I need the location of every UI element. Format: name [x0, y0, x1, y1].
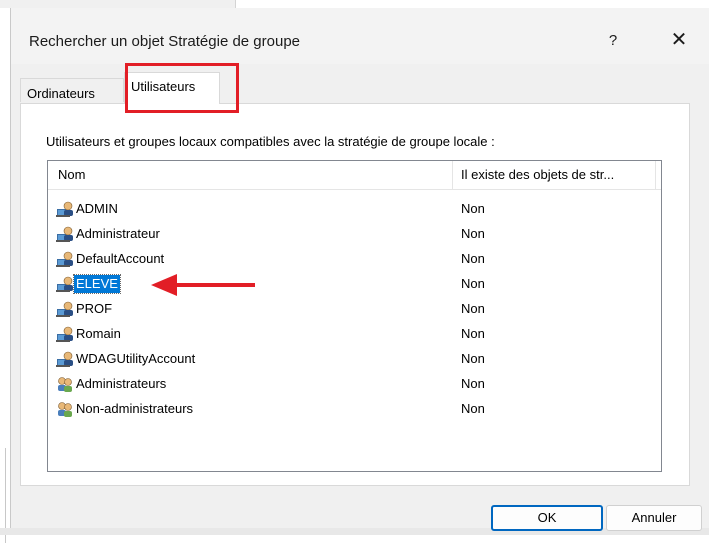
- list-item-value: Non: [461, 226, 485, 241]
- list-item-name: WDAGUtilityAccount: [76, 351, 196, 366]
- list-item-value: Non: [461, 251, 485, 266]
- list-item[interactable]: Administrateurs Non: [48, 372, 661, 397]
- user-icon: [56, 251, 74, 267]
- close-button[interactable]: ✕: [667, 28, 691, 52]
- list-item[interactable]: Non-administrateurs Non: [48, 397, 661, 422]
- user-icon: [56, 201, 74, 217]
- user-icon: [56, 326, 74, 342]
- list-item-name: Administrateurs: [76, 376, 167, 391]
- list-item-name: ADMIN: [76, 201, 118, 216]
- list-rows: ADMIN Non Administrateur Non DefaultAccount N…: [48, 197, 661, 422]
- list-item-name: ELEVE: [73, 274, 121, 294]
- list-item-name: DefaultAccount: [76, 251, 165, 266]
- list-item-value: Non: [461, 301, 485, 316]
- users-list-view[interactable]: Nom Il existe des objets de str... ADMIN…: [47, 160, 662, 472]
- list-item-name: Non-administrateurs: [76, 401, 194, 416]
- list-item[interactable]: DefaultAccount Non: [48, 247, 661, 272]
- group-icon: [56, 401, 74, 417]
- red-arrow-annotation: [151, 274, 255, 296]
- dialog-title: Rechercher un objet Stratégie de groupe: [29, 33, 301, 50]
- column-header-nom[interactable]: Nom: [48, 161, 453, 189]
- tab-utilisateurs[interactable]: Utilisateurs: [124, 72, 220, 104]
- group-icon: [56, 376, 74, 392]
- list-item-value: Non: [461, 326, 485, 341]
- cancel-button[interactable]: Annuler: [606, 505, 702, 531]
- list-item[interactable]: WDAGUtilityAccount Non: [48, 347, 661, 372]
- background-window-bar: [0, 0, 236, 8]
- list-item[interactable]: PROF Non: [48, 297, 661, 322]
- list-item[interactable]: ELEVE Non: [48, 272, 661, 297]
- list-item-value: Non: [461, 376, 485, 391]
- tab-panel-utilisateurs: Utilisateurs et groupes locaux compatibl…: [20, 103, 690, 486]
- user-icon: [56, 351, 74, 367]
- list-item-name: PROF: [76, 301, 113, 316]
- list-item[interactable]: ADMIN Non: [48, 197, 661, 222]
- list-item-name: Romain: [76, 326, 121, 341]
- help-button[interactable]: ?: [602, 30, 624, 52]
- user-icon: [56, 276, 74, 292]
- tab-ordinateurs[interactable]: Ordinateurs: [20, 78, 124, 102]
- column-header-objects-exist[interactable]: Il existe des objets de str...: [453, 161, 656, 189]
- list-item-value: Non: [461, 201, 485, 216]
- list-item-value: Non: [461, 276, 485, 291]
- panel-description: Utilisateurs et groupes locaux compatibl…: [46, 134, 495, 149]
- list-header: Nom Il existe des objets de str...: [48, 161, 661, 190]
- title-bar: Rechercher un objet Stratégie de groupe …: [11, 8, 709, 64]
- list-item[interactable]: Romain Non: [48, 322, 661, 347]
- background-window-edge: [0, 8, 10, 543]
- list-item-value: Non: [461, 351, 485, 366]
- list-item-name: Administrateur: [76, 226, 160, 241]
- group-policy-object-dialog: Rechercher un objet Stratégie de groupe …: [10, 8, 709, 531]
- list-item[interactable]: Administrateur Non: [48, 222, 661, 247]
- user-icon: [56, 226, 74, 242]
- user-icon: [56, 301, 74, 317]
- list-item-value: Non: [461, 401, 485, 416]
- ok-button[interactable]: OK: [491, 505, 603, 531]
